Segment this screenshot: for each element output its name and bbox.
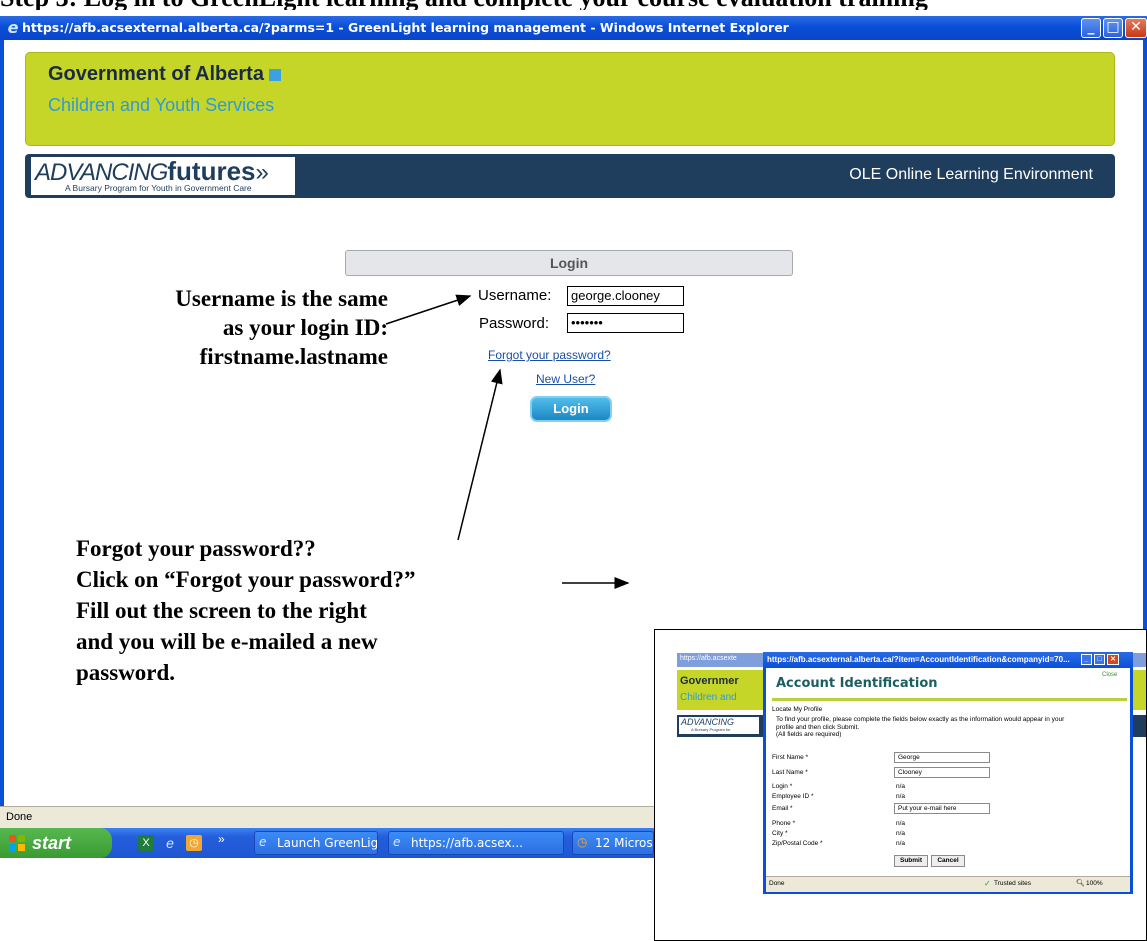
account-identification-window: https://afb.acsexternal.alberta.ca/?item…: [763, 652, 1133, 894]
checkmark-icon: ✓: [984, 879, 991, 888]
dialog-status-bar: Done ✓ Trusted sites 🔍︎ 100%: [766, 876, 1130, 892]
background-banner-edge-dark: [1133, 715, 1146, 737]
field-label: Login *: [772, 783, 793, 790]
heading-divider: [772, 698, 1127, 701]
employee-id-value: n/a: [896, 793, 906, 800]
first-name-input[interactable]: George: [894, 752, 990, 763]
field-label: Last Name *: [772, 769, 808, 776]
maximize-button[interactable]: □: [1094, 654, 1105, 665]
arrow-to-username: [385, 294, 472, 325]
dialog-titlebar[interactable]: https://afb.acsexternal.alberta.ca/?item…: [763, 652, 1133, 668]
background-department: Children and: [680, 692, 737, 703]
background-logo: ADVANCING A Bursary Program for: [679, 717, 759, 734]
postal-code-value: n/a: [896, 840, 906, 847]
field-label: Zip/Postal Code *: [772, 840, 823, 847]
account-identification-screenshot: https://afb.acsexte Governmer Children a…: [654, 629, 1147, 941]
submit-button[interactable]: Submit: [894, 855, 928, 867]
close-button[interactable]: ✕: [1107, 654, 1119, 665]
background-banner-edge: [1133, 670, 1146, 710]
field-label: First Name *: [772, 754, 809, 761]
email-input[interactable]: Put your e-mail here: [894, 803, 990, 814]
zoom-level[interactable]: 100%: [1086, 880, 1103, 887]
background-government-name: Governmer: [680, 675, 739, 687]
phone-value: n/a: [896, 820, 906, 827]
dialog-heading: Account Identification: [776, 676, 938, 691]
security-zone-text: Trusted sites: [994, 880, 1031, 887]
arrow-to-forgot-link: [457, 368, 503, 541]
city-value: n/a: [896, 830, 906, 837]
login-value: n/a: [896, 783, 906, 790]
dialog-close-link[interactable]: Close: [1102, 672, 1117, 678]
zoom-icon: 🔍︎: [1076, 880, 1085, 887]
minimize-button[interactable]: _: [1081, 654, 1092, 665]
field-label: Phone *: [772, 820, 796, 827]
field-label: City *: [772, 830, 788, 837]
cancel-button[interactable]: Cancel: [931, 855, 965, 867]
dialog-status-text: Done: [769, 880, 785, 887]
last-name-input[interactable]: Clooney: [894, 767, 990, 778]
instructions-text: To find your profile, please complete th…: [776, 716, 1065, 738]
field-label: Email *: [772, 805, 793, 812]
background-window-title: https://afb.acsexte: [680, 655, 737, 662]
field-label: Employee ID *: [772, 793, 814, 800]
background-program-banner: ADVANCING A Bursary Program for: [677, 715, 763, 737]
section-title: Locate My Profile: [772, 706, 823, 713]
dialog-title: https://afb.acsexternal.alberta.ca/?item…: [767, 655, 1070, 664]
background-government-banner: Governmer Children and: [677, 670, 763, 710]
